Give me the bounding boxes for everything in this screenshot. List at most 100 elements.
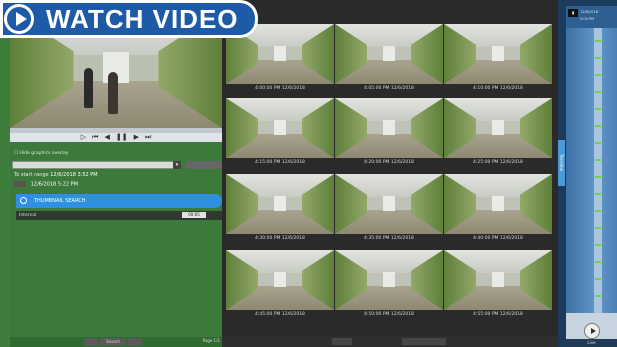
- to-time[interactable]: 5:22 PM: [58, 182, 78, 188]
- thumbnail-image[interactable]: [444, 98, 552, 158]
- thumbnail-image[interactable]: [444, 174, 552, 234]
- timeline-event-marker[interactable]: [595, 74, 601, 76]
- thumb-corridor-end: [491, 271, 505, 288]
- timeline-event-marker[interactable]: [595, 278, 601, 280]
- thumbnail-cell[interactable]: 4:05:00 PM 12/6/2018: [335, 24, 443, 94]
- left-panel: ▷ ⏮ ◀ ❚❚ ▶ ⏭ ☐ Hide graphics overlay ▾ T…: [10, 4, 222, 347]
- thumbnail-cell[interactable]: 4:45:00 PM 12/6/2018: [226, 250, 334, 320]
- thumbnail-search-label: THUMBNAIL SEARCH: [34, 198, 86, 204]
- timeline-time: 5:04 PM: [580, 17, 595, 21]
- thumbnail-timestamp: 4:40:00 PM 12/6/2018: [473, 236, 523, 241]
- timeline-event-marker[interactable]: [595, 210, 601, 212]
- next-page-button[interactable]: [128, 338, 142, 346]
- thumbnail-cell[interactable]: 4:55:00 PM 12/6/2018: [444, 250, 552, 320]
- timeline-event-marker[interactable]: [595, 125, 601, 127]
- graphics-overlay-label: Hide graphics overlay: [19, 151, 69, 156]
- from-range-row: To start range 12/6/2018 3:52 PM: [14, 172, 98, 178]
- pause-icon[interactable]: ❚❚: [116, 133, 128, 142]
- thumb-corridor-end: [382, 195, 396, 212]
- thumb-corridor-end: [491, 119, 505, 136]
- watch-video-button[interactable]: WATCH VIDEO: [0, 0, 258, 38]
- timeline-event-marker[interactable]: [595, 91, 601, 93]
- thumbnail-timestamp: 4:10:00 PM 12/6/2018: [473, 86, 523, 91]
- timeline-event-marker[interactable]: [595, 244, 601, 246]
- timeline-header: ▮ 12/6/2018 5:04 PM: [566, 6, 617, 28]
- page-indicator: Page 1/1: [202, 338, 220, 343]
- timeline-event-marker[interactable]: [595, 57, 601, 59]
- rewind-icon[interactable]: ◀: [104, 133, 109, 142]
- play-live-button[interactable]: [584, 323, 600, 339]
- timeline-track[interactable]: [566, 28, 617, 313]
- prev-page-button[interactable]: [84, 338, 98, 346]
- forward-icon[interactable]: ▶: [134, 133, 139, 142]
- from-date[interactable]: 12/6/2018: [50, 172, 76, 178]
- grid-prev-button[interactable]: [332, 338, 352, 345]
- thumbnail-cell[interactable]: 4:40:00 PM 12/6/2018: [444, 174, 552, 244]
- thumbnail-timestamp: 4:20:00 PM 12/6/2018: [364, 160, 414, 165]
- checkbox-icon[interactable]: ☐: [14, 151, 18, 156]
- thumbnail-image[interactable]: [444, 250, 552, 310]
- app-logo: ▮: [568, 9, 578, 17]
- grid-pager: [222, 336, 558, 347]
- timeline-event-marker[interactable]: [595, 261, 601, 263]
- thumbnail-timestamp: 4:00:00 PM 12/6/2018: [255, 86, 305, 91]
- timeline-event-marker[interactable]: [595, 295, 601, 297]
- timeline-live-label: Live: [566, 339, 617, 347]
- search-footer-button[interactable]: Search: [100, 338, 126, 346]
- thumb-corridor-end: [273, 195, 287, 212]
- thumbnail-image[interactable]: [226, 174, 334, 234]
- step-back-icon[interactable]: ⏮: [92, 133, 98, 142]
- timeline-date: 12/6/2018: [580, 10, 598, 14]
- chevron-down-icon[interactable]: ▾: [173, 161, 181, 169]
- timeline-side-tab[interactable]: Timeline: [558, 140, 565, 186]
- thumbnail-timestamp: 4:55:00 PM 12/6/2018: [473, 312, 523, 317]
- timeline-event-marker[interactable]: [595, 108, 601, 110]
- thumbnail-image[interactable]: [335, 98, 443, 158]
- play-icon[interactable]: ▷: [81, 133, 86, 142]
- thumbnail-image[interactable]: [226, 98, 334, 158]
- thumbnail-cell[interactable]: 4:25:00 PM 12/6/2018: [444, 98, 552, 168]
- interval-row: Interval 00:05: [16, 211, 222, 220]
- interval-label: Interval: [19, 213, 37, 218]
- thumbnail-image[interactable]: [335, 24, 443, 84]
- thumbnail-search-button[interactable]: THUMBNAIL SEARCH: [16, 194, 222, 208]
- thumbnail-timestamp: 4:45:00 PM 12/6/2018: [255, 312, 305, 317]
- thumbnail-image[interactable]: [335, 174, 443, 234]
- thumbnail-cell[interactable]: 4:10:00 PM 12/6/2018: [444, 24, 552, 94]
- grid-page-slider[interactable]: [402, 338, 446, 345]
- to-mode-select[interactable]: [14, 181, 26, 187]
- thumb-corridor-end: [382, 271, 396, 288]
- thumb-corridor-end: [491, 195, 505, 212]
- step-forward-icon[interactable]: ⏭: [145, 133, 151, 142]
- thumbnail-timestamp: 4:15:00 PM 12/6/2018: [255, 160, 305, 165]
- thumbnail-timestamp: 4:25:00 PM 12/6/2018: [473, 160, 523, 165]
- thumbnail-image[interactable]: [335, 250, 443, 310]
- timeline-event-marker[interactable]: [595, 193, 601, 195]
- timeline-event-marker[interactable]: [595, 142, 601, 144]
- timeline-event-marker[interactable]: [595, 227, 601, 229]
- thumbnail-cell[interactable]: 4:50:00 PM 12/6/2018: [335, 250, 443, 320]
- go-button[interactable]: [186, 161, 222, 169]
- search-icon: [20, 197, 27, 204]
- video-scrubber[interactable]: ▷ ⏮ ◀ ❚❚ ▶ ⏭: [10, 128, 222, 142]
- camera-select[interactable]: [12, 161, 174, 169]
- timeline-event-marker[interactable]: [595, 40, 601, 42]
- thumbnail-image[interactable]: [444, 24, 552, 84]
- to-date[interactable]: 12/6/2018: [31, 182, 57, 188]
- thumbnail-cell[interactable]: 4:20:00 PM 12/6/2018: [335, 98, 443, 168]
- thumb-corridor-end: [382, 119, 396, 136]
- watch-video-label: WATCH VIDEO: [46, 4, 239, 34]
- play-circle-icon: [4, 4, 34, 34]
- timeline-event-marker[interactable]: [595, 159, 601, 161]
- thumbnail-timestamp: 4:50:00 PM 12/6/2018: [364, 312, 414, 317]
- interval-input[interactable]: 00:05: [182, 212, 206, 218]
- thumbnail-cell[interactable]: 4:15:00 PM 12/6/2018: [226, 98, 334, 168]
- from-time[interactable]: 3:52 PM: [77, 172, 97, 178]
- graphics-overlay-toggle[interactable]: ☐ Hide graphics overlay: [14, 151, 69, 156]
- thumbnail-cell[interactable]: 4:35:00 PM 12/6/2018: [335, 174, 443, 244]
- thumbnail-grid: 4:00:00 PM 12/6/2018 4:05:00 PM 12/6/2018…: [222, 0, 558, 347]
- thumbnail-image[interactable]: [226, 250, 334, 310]
- thumbnail-cell[interactable]: 4:30:00 PM 12/6/2018: [226, 174, 334, 244]
- to-range-row: 12/6/2018 5:22 PM: [14, 181, 78, 188]
- timeline-event-marker[interactable]: [595, 176, 601, 178]
